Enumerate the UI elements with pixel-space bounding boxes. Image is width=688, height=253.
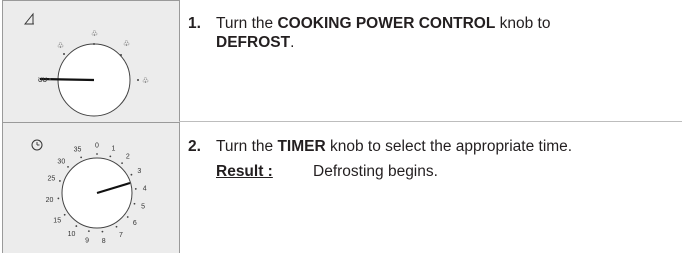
timer-tick-dot bbox=[57, 197, 60, 200]
timer-tick-dot bbox=[80, 156, 83, 159]
step-text-line1: Turn the TIMER knob to select the approp… bbox=[216, 138, 573, 155]
timer-tick-label: 8 bbox=[102, 238, 106, 245]
svg-text:♧: ♧ bbox=[91, 29, 98, 38]
timer-tick-dot bbox=[101, 230, 104, 233]
timer-tick-label: 9 bbox=[85, 237, 89, 244]
step-number: 1. bbox=[188, 15, 201, 32]
svg-text:♧: ♧ bbox=[57, 41, 64, 50]
timer-tick-dot bbox=[109, 155, 112, 158]
timer-tick-dot bbox=[87, 230, 90, 233]
timer-tick-label: 1 bbox=[111, 145, 115, 152]
timer-tick-dot bbox=[63, 213, 66, 216]
timer-tick-dot bbox=[130, 173, 133, 176]
timer-dial-illustration: 0 123456789101520253035 bbox=[31, 139, 147, 245]
timer-tick-label: 4 bbox=[143, 185, 147, 192]
timer-tick-dot bbox=[67, 166, 69, 168]
timer-tick-dot bbox=[75, 225, 78, 227]
timer-tick-label: 3 bbox=[137, 168, 141, 175]
timer-tick-label: 15 bbox=[53, 217, 61, 224]
power-level-icon bbox=[23, 12, 34, 25]
timer-tick-label: 10 bbox=[68, 231, 76, 238]
timer-tick-dot bbox=[134, 188, 137, 190]
medium-icon: ♧ bbox=[91, 29, 98, 38]
power-dial-illustration: ʊʊ ♧ ♧ ♧ ♧ bbox=[23, 12, 149, 117]
timer-tick-label: 0 bbox=[95, 143, 99, 150]
timer-tick-label: 35 bbox=[74, 147, 82, 154]
timer-tick-dot bbox=[121, 162, 123, 165]
timer-tick-dot bbox=[126, 216, 129, 218]
row-divider bbox=[179, 121, 682, 122]
timer-tick-dot bbox=[133, 202, 136, 205]
svg-text:♧: ♧ bbox=[123, 39, 130, 48]
svg-text:ʊʊ: ʊʊ bbox=[38, 75, 48, 84]
timer-tick-label: 7 bbox=[119, 232, 123, 239]
result-line: Result : Defrosting begins. bbox=[216, 163, 438, 181]
high-icon: ♧ bbox=[123, 39, 130, 48]
step-text-line1: Turn the COOKING POWER CONTROL knob to bbox=[216, 15, 551, 32]
timer-tick-label: 30 bbox=[57, 158, 65, 165]
low-icon: ♧ bbox=[57, 41, 64, 50]
result-label: Result : bbox=[216, 163, 273, 180]
timer-tick-dot bbox=[115, 225, 118, 228]
timer-tick-dot bbox=[59, 180, 61, 182]
timer-tick-label: 2 bbox=[126, 154, 130, 161]
timer-tick-label: 20 bbox=[46, 197, 54, 204]
result-text: Defrosting begins. bbox=[313, 163, 438, 180]
defrost-icon: ʊʊ bbox=[38, 75, 48, 84]
timer-tick-dot bbox=[96, 153, 98, 155]
svg-text:♧: ♧ bbox=[142, 76, 149, 85]
clock-icon bbox=[31, 139, 43, 151]
timer-tick-label: 5 bbox=[141, 204, 145, 211]
step-text-line2: DEFROST. bbox=[216, 34, 295, 51]
keep-warm-icon: ♧ bbox=[142, 76, 149, 85]
timer-tick-label: 25 bbox=[47, 176, 55, 183]
step-number: 2. bbox=[188, 138, 201, 155]
timer-tick-label: 6 bbox=[133, 220, 137, 227]
